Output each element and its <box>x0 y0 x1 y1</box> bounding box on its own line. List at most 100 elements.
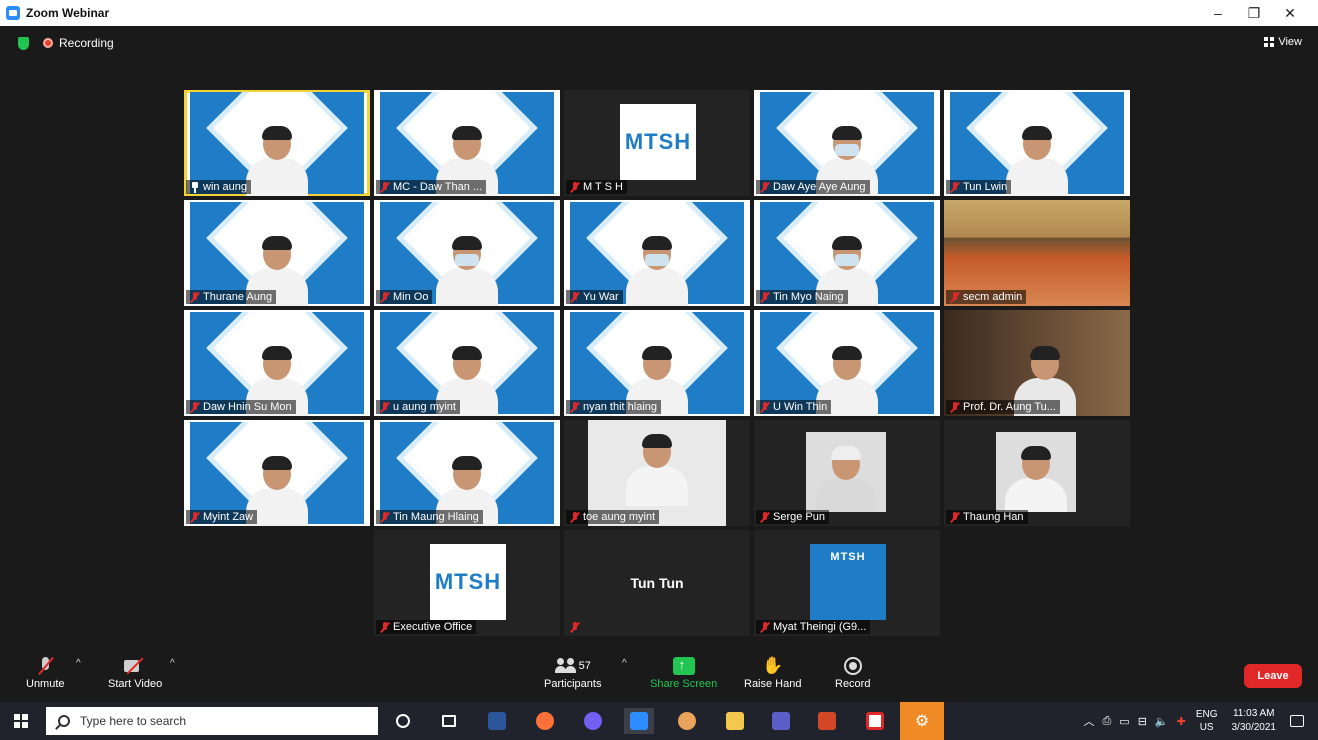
participant-tile[interactable]: MTSH Myint Zaw <box>184 420 370 526</box>
participant-name-label: Myint Zaw <box>186 510 258 524</box>
participant-name-label: Tin Maung Hlaing <box>376 510 483 524</box>
microphone-muted-icon <box>570 622 580 633</box>
tray-security-icon[interactable]: ✚ <box>1177 715 1186 728</box>
participant-tile[interactable]: MTSH Min Oo <box>374 200 560 306</box>
participant-tile[interactable]: MTSH Daw Aye Aye Aung <box>754 90 940 196</box>
microphone-muted-icon <box>39 657 51 675</box>
participant-tile[interactable]: MTSH MC - Daw Than ... <box>374 90 560 196</box>
leave-button[interactable]: Leave <box>1244 664 1302 688</box>
participant-tile[interactable]: MTSH Myat Theingi (G9... <box>754 530 940 636</box>
teams-icon[interactable] <box>766 708 796 734</box>
mtsh-logo-card: MTSH <box>620 104 696 180</box>
start-video-button[interactable]: Start Video <box>108 654 162 690</box>
taskbar-clock[interactable]: 11:03 AM 3/30/2021 <box>1232 707 1277 735</box>
meeting-controls: Unmute ^ Start Video ^ 57 Participants ^… <box>4 650 1314 702</box>
tray-chevron-up-icon[interactable]: ︿ <box>1083 713 1094 729</box>
microphone-muted-icon <box>570 511 580 523</box>
participant-tile[interactable]: MTSH U Win Thin <box>754 310 940 416</box>
minimize-button[interactable]: – <box>1200 0 1236 26</box>
microphone-muted-icon <box>190 401 200 413</box>
tray-usb-icon[interactable]: ⎙ <box>1102 715 1111 728</box>
participant-tile[interactable]: MTSH Tin Maung Hlaing <box>374 420 560 526</box>
mtsh-logo-text: MTSH <box>258 94 296 109</box>
record-button[interactable]: Record <box>835 654 870 690</box>
participant-name: nyan thit hlaing <box>583 401 657 413</box>
video-options-caret[interactable]: ^ <box>170 658 175 669</box>
participant-video <box>246 126 308 196</box>
firefox-icon[interactable] <box>530 708 560 734</box>
recording-indicator[interactable]: Recording <box>43 36 114 50</box>
windows-start-icon[interactable] <box>14 714 28 728</box>
participants-options-caret[interactable]: ^ <box>622 658 627 669</box>
participants-button[interactable]: 57 Participants <box>544 654 601 690</box>
view-button[interactable]: View <box>1264 36 1302 48</box>
shield-icon[interactable] <box>18 36 29 50</box>
participant-name: Tin Myo Naing <box>773 291 844 303</box>
raise-hand-button[interactable]: ✋ Raise Hand <box>744 654 801 690</box>
participant-tile[interactable]: Tun Tun <box>564 530 750 636</box>
microphone-muted-icon <box>760 181 770 193</box>
mtsh-logo-text: MTSH <box>1018 94 1056 109</box>
mtsh-logo-text: MTSH <box>828 204 866 219</box>
unmute-button[interactable]: Unmute <box>26 654 65 690</box>
participant-photo <box>996 432 1076 512</box>
microphone-muted-icon <box>760 291 770 303</box>
settings-gear-icon[interactable]: ⚙ <box>900 702 944 740</box>
tray-network-icon[interactable]: ⊟ <box>1138 715 1147 728</box>
participant-tile[interactable]: Prof. Dr. Aung Tu... <box>944 310 1130 416</box>
participant-name-center: Tun Tun <box>630 575 684 591</box>
participant-tile[interactable]: MTSH M T S H <box>564 90 750 196</box>
mtsh-logo-text: MTSH <box>258 204 296 219</box>
participant-name: secm admin <box>963 291 1023 303</box>
microphone-muted-icon <box>380 401 390 413</box>
file-explorer-icon[interactable] <box>720 708 750 734</box>
participant-video <box>436 236 498 306</box>
task-view-icon[interactable] <box>434 708 464 734</box>
microphone-muted-icon <box>570 401 580 413</box>
maximize-button[interactable]: ❐ <box>1236 0 1272 26</box>
share-screen-button[interactable]: Share Screen <box>650 654 717 690</box>
cortana-icon[interactable] <box>388 708 418 734</box>
acrobat-icon[interactable] <box>860 708 890 734</box>
mtsh-logo-text: MTSH <box>448 314 486 329</box>
taskbar-search-input[interactable]: Type here to search <box>46 707 378 735</box>
word-icon[interactable] <box>482 708 512 734</box>
participant-tile[interactable]: secm admin <box>944 200 1130 306</box>
participant-tile[interactable]: Thaung Han <box>944 420 1130 526</box>
close-button[interactable]: ✕ <box>1272 0 1308 26</box>
microphone-muted-icon <box>570 291 580 303</box>
participant-tile[interactable]: MTSH Daw Hnin Su Mon <box>184 310 370 416</box>
participant-tile[interactable]: MTSH u aung myint <box>374 310 560 416</box>
participant-tile[interactable]: MTSH Tin Myo Naing <box>754 200 940 306</box>
participant-tile[interactable]: Serge Pun <box>754 420 940 526</box>
participant-tile[interactable]: toe aung myint <box>564 420 750 526</box>
participant-name-label: Thurane Aung <box>186 290 277 304</box>
tray-volume-icon[interactable]: 🔈 <box>1155 715 1169 728</box>
tray-battery-icon[interactable]: ▭ <box>1119 715 1129 728</box>
powerpoint-icon[interactable] <box>812 708 842 734</box>
participants-icon <box>554 658 577 674</box>
search-placeholder: Type here to search <box>80 714 187 728</box>
input-language[interactable]: ENG US <box>1196 708 1218 734</box>
viber-icon[interactable] <box>578 708 608 734</box>
windows-taskbar: Type here to search ⚙ ︿ ⎙ ▭ ⊟ 🔈 ✚ ENG US… <box>0 702 1318 740</box>
microphone-muted-icon <box>950 511 960 523</box>
participant-name: Daw Hnin Su Mon <box>203 401 292 413</box>
notification-center-icon[interactable] <box>1290 715 1304 727</box>
participant-photo <box>806 432 886 512</box>
clock-time: 11:03 AM <box>1232 708 1275 719</box>
microphone-muted-icon <box>380 511 390 523</box>
participant-name: Serge Pun <box>773 511 825 523</box>
paint-icon[interactable] <box>672 708 702 734</box>
audio-options-caret[interactable]: ^ <box>76 658 81 669</box>
participant-tile[interactable]: MTSH nyan thit hlaing <box>564 310 750 416</box>
mtsh-logo-card: MTSH <box>810 544 886 620</box>
participant-tile[interactable]: MTSH Tun Lwin <box>944 90 1130 196</box>
participant-name: Daw Aye Aye Aung <box>773 181 866 193</box>
microphone-muted-icon <box>950 291 960 303</box>
participant-tile[interactable]: MTSH win aung <box>184 90 370 196</box>
zoom-taskbar-icon[interactable] <box>624 708 654 734</box>
participant-tile[interactable]: MTSH Thurane Aung <box>184 200 370 306</box>
participant-tile[interactable]: MTSH Executive Office <box>374 530 560 636</box>
participant-tile[interactable]: MTSH Yu War <box>564 200 750 306</box>
